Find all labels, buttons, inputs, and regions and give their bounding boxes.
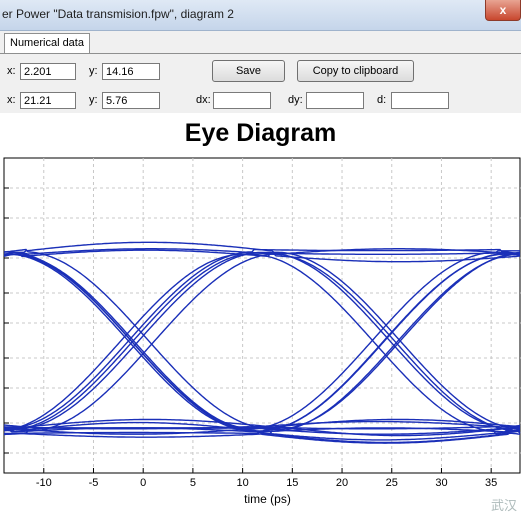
- d-label: d:: [377, 94, 387, 106]
- x-tick-label: 20: [336, 477, 348, 489]
- cursor1-x-field[interactable]: 2.201: [20, 63, 76, 80]
- dx-label: dx:: [196, 94, 211, 106]
- tab-numerical-data[interactable]: Numerical data: [4, 33, 90, 53]
- x-tick-label: -5: [89, 477, 99, 489]
- cursor1-y-label: y:: [89, 65, 98, 77]
- numerical-data-panel: x: 2.201 y: 14.16 Save Copy to clipboard…: [0, 53, 521, 113]
- eye-diagram-chart: -10 -5 0 5 10 15 20 25 30 35 time (ps): [3, 157, 521, 506]
- x-axis-label: time (ps): [244, 492, 291, 506]
- save-button[interactable]: Save: [212, 60, 285, 82]
- dy-field[interactable]: [306, 92, 364, 109]
- x-tick-label: 35: [485, 477, 497, 489]
- d-field[interactable]: [391, 92, 449, 109]
- cursor1-y-field[interactable]: 14.16: [102, 63, 160, 80]
- x-tick-label: 0: [140, 477, 146, 489]
- cursor1-x-label: x:: [7, 65, 16, 77]
- x-tick-label: 30: [435, 477, 447, 489]
- window-titlebar: er Power "Data transmision.fpw", diagram…: [0, 0, 521, 31]
- cursor2-y-field[interactable]: 5.76: [102, 92, 160, 109]
- cursor2-x-label: x:: [7, 94, 16, 106]
- x-tick-label: 5: [190, 477, 196, 489]
- plot-area: Eye Diagram -10 -5 0 5 10 15 20 25 30 35 time (ps)…: [0, 113, 521, 524]
- cursor2-y-label: y:: [89, 94, 98, 106]
- close-button[interactable]: x: [485, 0, 521, 21]
- x-tick-label: 25: [386, 477, 398, 489]
- x-tick-label: 15: [286, 477, 298, 489]
- watermark-text: 武汉: [490, 498, 517, 513]
- copy-to-clipboard-button[interactable]: Copy to clipboard: [297, 60, 414, 82]
- cursor2-x-field[interactable]: 21.21: [20, 92, 76, 109]
- x-tick-label: 10: [236, 477, 248, 489]
- tab-bar: Numerical data: [0, 31, 521, 53]
- dy-label: dy:: [288, 94, 303, 106]
- window-title: er Power "Data transmision.fpw", diagram…: [2, 7, 234, 21]
- x-tick-label: -10: [36, 477, 52, 489]
- dx-field[interactable]: [213, 92, 271, 109]
